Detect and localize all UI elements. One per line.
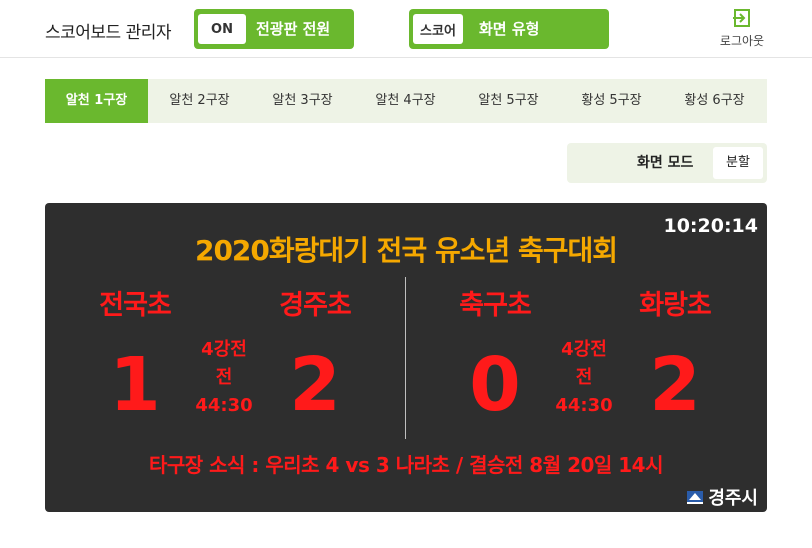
match1-time: 44:30 xyxy=(195,395,253,416)
scoreboard-preview: 10:20:14 2020화랑대기 전국 유소년 축구대회 전국초 경주초 1 … xyxy=(45,203,767,512)
match2-time: 44:30 xyxy=(555,395,613,416)
match2-away-team: 화랑초 xyxy=(639,290,712,321)
power-toggle-label: 전광판 전원 xyxy=(256,20,331,38)
tab-field-1[interactable]: 알천 1구장 xyxy=(45,79,148,123)
match1-home-score: 1 xyxy=(109,342,161,428)
match2-half: 전 xyxy=(575,367,593,388)
match1-status: 4강전 전 44:30 xyxy=(179,336,269,420)
city-name: 경주시 xyxy=(708,488,758,509)
tab-field-3[interactable]: 알천 3구장 xyxy=(251,79,354,123)
tab-field-2[interactable]: 알천 2구장 xyxy=(148,79,251,123)
screen-type-toggle[interactable]: 스코어 화면 유형 xyxy=(409,9,609,49)
match2-home-score: 0 xyxy=(469,342,521,428)
tab-field-6[interactable]: 황성 5구장 xyxy=(560,79,663,123)
logout-label: 로그아웃 xyxy=(719,34,765,48)
screen-mode-control: 화면 모드 분할 xyxy=(567,143,767,183)
match1-home-team: 전국초 xyxy=(99,290,172,321)
match1-half: 전 xyxy=(215,367,233,388)
screen-mode-button[interactable]: 분할 xyxy=(713,147,763,179)
power-toggle-chip: ON xyxy=(198,14,246,44)
logout-button[interactable]: 로그아웃 xyxy=(716,8,768,52)
city-brand: 경주시 xyxy=(686,484,758,510)
match2-status: 4강전 전 44:30 xyxy=(539,336,629,420)
match1-away-score: 2 xyxy=(289,342,341,428)
match-divider xyxy=(405,277,406,439)
match1-away-team: 경주초 xyxy=(279,290,352,321)
logout-icon xyxy=(733,9,750,27)
app-title: 스코어보드 관리자 xyxy=(45,23,172,43)
match1-round: 4강전 xyxy=(201,339,247,360)
match2-round: 4강전 xyxy=(561,339,607,360)
tab-field-5[interactable]: 알천 5구장 xyxy=(457,79,560,123)
power-toggle[interactable]: ON 전광판 전원 xyxy=(194,9,354,49)
match2-home-team: 축구초 xyxy=(459,290,532,321)
screen-type-chip: 스코어 xyxy=(413,14,463,44)
tab-field-4[interactable]: 알천 4구장 xyxy=(354,79,457,123)
header: 스코어보드 관리자 ON 전광판 전원 스코어 화면 유형 로그아웃 xyxy=(0,0,812,58)
field-tabs: 알천 1구장 알천 2구장 알천 3구장 알천 4구장 알천 5구장 황성 5구… xyxy=(45,79,767,123)
news-ticker: 타구장 소식 : 우리초 4 vs 3 나라초 / 결승전 8월 20일 14시 xyxy=(148,453,664,477)
city-emblem-icon xyxy=(687,491,704,504)
match2-away-score: 2 xyxy=(649,342,701,428)
screen-mode-label: 화면 모드 xyxy=(637,155,694,171)
tab-field-7[interactable]: 황성 6구장 xyxy=(663,79,766,123)
event-title: 2020화랑대기 전국 유소년 축구대회 xyxy=(194,234,618,267)
screen-type-label: 화면 유형 xyxy=(479,20,540,38)
